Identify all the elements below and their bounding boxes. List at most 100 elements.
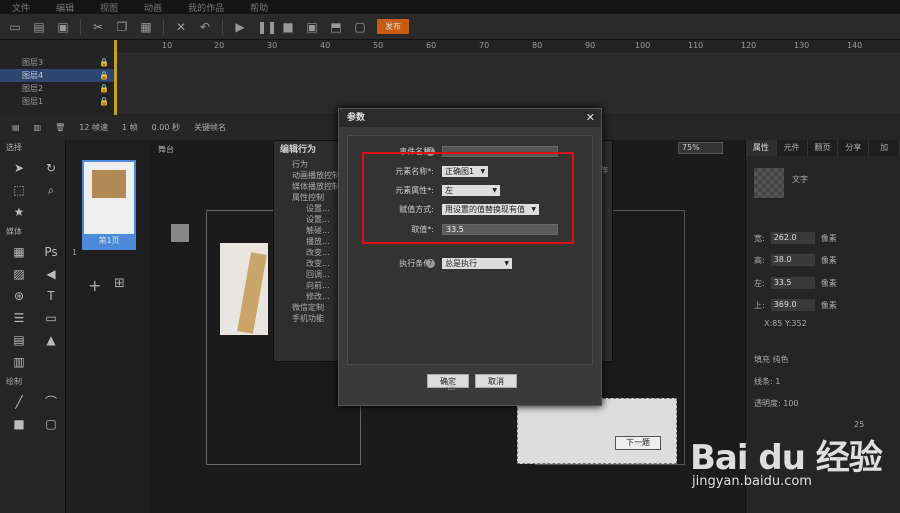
layer-name: 图层3	[22, 58, 44, 67]
insert-page-icon[interactable]: ⊞	[114, 276, 125, 291]
select-section-head: 选择	[6, 143, 22, 152]
opacity-label-text: 透明度:	[754, 399, 781, 408]
layer-row[interactable]: 图层1 🔒	[0, 95, 115, 108]
open-file-icon[interactable]: ▤	[32, 20, 46, 34]
rectangle-icon[interactable]: ■	[10, 416, 28, 432]
close-icon[interactable]: ✕	[586, 109, 595, 127]
zoom-icon[interactable]: ⌕	[42, 182, 60, 198]
lasso-icon[interactable]: ↻	[42, 160, 60, 176]
layer-row[interactable]: 图层2 🔒	[0, 82, 115, 95]
page-number: 1	[72, 248, 78, 257]
star-icon[interactable]: ★	[10, 204, 28, 220]
prop-value[interactable]: 33.5	[770, 277, 815, 289]
page-thumbnail[interactable]: 第1页	[82, 160, 136, 250]
prop-value[interactable]: 262.0	[770, 232, 815, 244]
list-icon[interactable]: ☰	[10, 310, 28, 326]
condition-select[interactable]: 总是执行	[442, 258, 512, 269]
text-icon[interactable]: T	[42, 288, 60, 304]
image-icon[interactable]: ▨	[10, 266, 28, 282]
share-icon[interactable]: ▢	[353, 20, 367, 34]
keyframe-name: 关键帧名	[194, 123, 227, 132]
audio-icon[interactable]: ◀	[42, 266, 60, 282]
line-icon[interactable]: ╱	[10, 394, 28, 410]
opacity-value[interactable]: 100	[783, 399, 798, 408]
next-question-button[interactable]: 下一题	[615, 436, 661, 450]
tab-page-turn[interactable]: 翻页	[808, 140, 839, 156]
lock-icon[interactable]: 🔒	[99, 69, 109, 82]
value-input[interactable]: 33.5	[442, 224, 558, 235]
tab-components[interactable]: 元件	[777, 140, 808, 156]
paste-icon[interactable]: ▦	[139, 20, 153, 34]
new-layer-icon[interactable]: ▤	[12, 123, 20, 132]
copy-icon[interactable]: ❐	[115, 20, 129, 34]
cancel-button[interactable]: 取消	[475, 374, 517, 388]
zoom-select[interactable]: 75%	[678, 142, 723, 154]
tab-share[interactable]: 分享	[838, 140, 870, 156]
stage-tab[interactable]: 舞台	[158, 144, 174, 155]
new-file-icon[interactable]: ▭	[8, 20, 22, 34]
help-icon[interactable]: ?	[426, 259, 435, 268]
border-width[interactable]: 1	[775, 377, 780, 386]
tab-properties[interactable]: 属性	[746, 140, 777, 156]
preview-icon[interactable]: ▣	[305, 20, 319, 34]
folder-icon[interactable]: ▥	[34, 123, 42, 132]
element-prop-select[interactable]: 左	[442, 185, 500, 196]
event-name-input[interactable]	[442, 146, 558, 157]
border-label-text: 线条:	[754, 377, 773, 386]
menu-help[interactable]: 帮助	[250, 1, 268, 14]
playhead[interactable]	[114, 40, 117, 115]
menu-animation[interactable]: 动画	[144, 1, 162, 14]
save-icon[interactable]: ▣	[56, 20, 70, 34]
export-icon[interactable]: ⬒	[329, 20, 343, 34]
video-icon[interactable]: ⊛	[10, 288, 28, 304]
pause-icon[interactable]: ❚❚	[257, 20, 277, 34]
next-card[interactable]: 下一题	[517, 398, 677, 464]
lock-icon[interactable]: 🔒	[99, 56, 109, 69]
table-icon[interactable]: ▥	[10, 354, 28, 370]
play-icon[interactable]: ▶	[233, 20, 247, 34]
menu-edit[interactable]: 编辑	[56, 1, 74, 14]
prop-unit: 像素	[820, 300, 837, 310]
undo-icon[interactable]: ↶	[198, 20, 212, 34]
border-label: 线条: 1	[754, 376, 780, 387]
pointer-icon[interactable]: ➤	[10, 160, 28, 176]
layer-row[interactable]: 图层3 🔒	[0, 56, 115, 69]
ruler-tick: 50	[373, 41, 384, 50]
publish-button[interactable]: 发布	[377, 19, 409, 34]
help-icon[interactable]: ?	[426, 147, 435, 156]
assign-mode-select[interactable]: 用设置的值替换现有值	[442, 204, 539, 215]
add-page-icon[interactable]: +	[88, 276, 101, 295]
tab-more[interactable]: 加	[869, 140, 900, 156]
lock-icon[interactable]: 🔒	[99, 95, 109, 108]
ps-icon[interactable]: Ps	[42, 244, 60, 260]
cut-icon[interactable]: ✂	[91, 20, 105, 34]
condition-row: 执行条件: ? 总是执行	[348, 258, 594, 270]
prop-value[interactable]: 38.0	[770, 254, 815, 266]
menu-file[interactable]: 文件	[12, 1, 30, 14]
timeline-ruler[interactable]: 10 20 30 40 50 60 70 80 90 100 110 120 1…	[115, 40, 900, 54]
canvas-image[interactable]	[220, 243, 268, 335]
fill-mode[interactable]: 纯色	[773, 355, 789, 364]
lock-icon[interactable]: 🔒	[99, 82, 109, 95]
chart-icon[interactable]: ▲	[42, 332, 60, 348]
menu-view[interactable]: 视图	[100, 1, 118, 14]
transform-icon[interactable]: ⬚	[10, 182, 28, 198]
delete-icon[interactable]: ✕	[174, 20, 188, 34]
timeline-tracks[interactable]	[115, 54, 900, 114]
current-frame: 1 帧	[122, 123, 138, 132]
menu-my-works[interactable]: 我的作品	[188, 1, 224, 14]
layer-row[interactable]: 图层4 🔒	[0, 69, 115, 82]
baidu-watermark: Bai du 经验 jingyan.baidu.com	[690, 412, 890, 502]
comment-icon[interactable]: ▭	[42, 310, 60, 326]
stop-icon[interactable]: ■	[281, 20, 295, 34]
grid-icon[interactable]: ▦	[10, 244, 28, 260]
prop-value[interactable]: 369.0	[770, 299, 815, 311]
trash-icon[interactable]: 🗑	[55, 123, 65, 132]
watermark-url: jingyan.baidu.com	[692, 474, 812, 489]
element-name-select[interactable]: 正确图1	[442, 166, 489, 177]
curve-icon[interactable]: ⌒	[42, 394, 60, 410]
rounded-rect-icon[interactable]: ▢	[42, 416, 60, 432]
form-icon[interactable]: ▤	[10, 332, 28, 348]
element-name-row: 元素名称*: 正确图1	[348, 166, 594, 178]
canvas-square[interactable]	[171, 224, 189, 242]
